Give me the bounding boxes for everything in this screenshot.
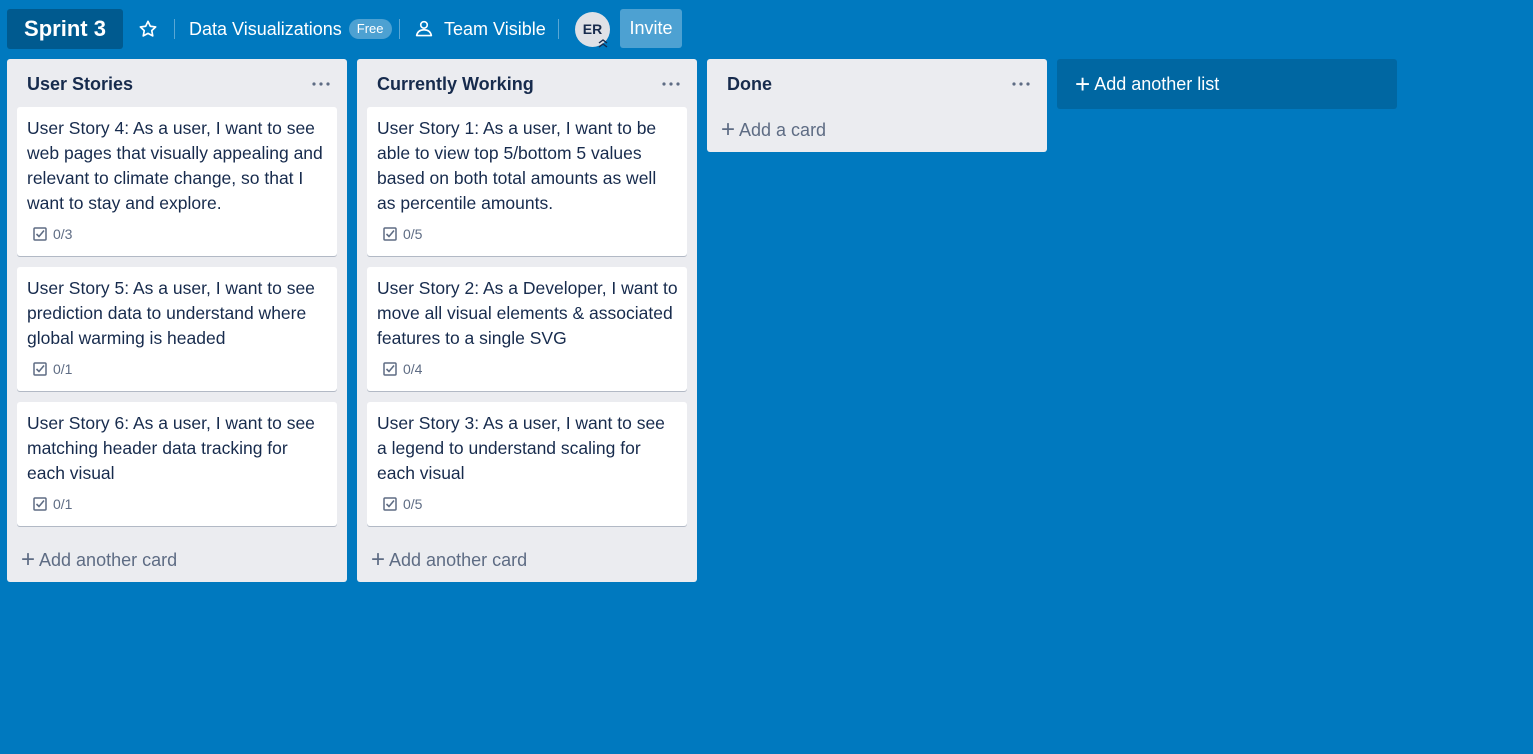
list-menu-button[interactable] [309, 77, 333, 91]
board-header: Sprint 3 Data Visualizations Free Team V… [0, 0, 1533, 58]
list-user-stories: User Stories User Story 4: As a user, I … [7, 59, 347, 582]
add-card-button[interactable]: + Add a card [721, 116, 826, 144]
plus-icon: + [21, 546, 36, 573]
star-icon [139, 20, 157, 37]
team-name: Data Visualizations [189, 18, 342, 39]
board-title[interactable]: Sprint 3 [7, 9, 123, 49]
admin-chevron-icon [598, 39, 608, 48]
more-icon [312, 82, 330, 86]
list-title[interactable]: User Stories [27, 74, 133, 95]
checklist-badge: 0/3 [33, 226, 72, 242]
checklist-icon [33, 497, 47, 511]
checklist-icon [33, 362, 47, 376]
visibility-button[interactable]: Team Visible [414, 9, 546, 49]
member-avatar[interactable]: ER [575, 12, 610, 48]
checklist-count: 0/5 [403, 226, 423, 242]
list-header: Currently Working [357, 59, 697, 107]
add-list-button[interactable]: + Add another list [1057, 59, 1397, 109]
card-title: User Story 6: As a user, I want to see m… [27, 413, 315, 483]
checklist-count: 0/1 [53, 496, 73, 512]
star-button[interactable] [134, 9, 162, 49]
checklist-badge: 0/4 [383, 361, 422, 377]
list-menu-button[interactable] [1009, 77, 1033, 91]
card-title: User Story 5: As a user, I want to see p… [27, 278, 315, 348]
checklist-count: 0/4 [403, 361, 423, 377]
card[interactable]: User Story 1: As a user, I want to be ab… [367, 107, 687, 256]
more-icon [662, 82, 680, 86]
checklist-icon [383, 497, 397, 511]
list-header: User Stories [7, 59, 347, 107]
list-done: Done + Add a card [707, 59, 1047, 152]
list-header: Done [707, 59, 1047, 107]
avatar-initials: ER [582, 21, 603, 37]
header-divider [558, 19, 559, 39]
plan-badge: Free [348, 19, 392, 39]
header-divider [399, 19, 400, 39]
card[interactable]: User Story 4: As a user, I want to see w… [17, 107, 337, 256]
add-card-label: Add another card [39, 549, 178, 570]
checklist-count: 0/1 [53, 361, 73, 377]
card[interactable]: User Story 6: As a user, I want to see m… [17, 402, 337, 526]
add-card-button[interactable]: + Add another card [21, 546, 177, 574]
checklist-icon [383, 362, 397, 376]
header-divider [174, 19, 175, 39]
team-link[interactable]: Data Visualizations Free [189, 9, 392, 49]
card[interactable]: User Story 5: As a user, I want to see p… [17, 267, 337, 391]
team-visibility-icon [415, 20, 433, 37]
visibility-label: Team Visible [444, 18, 546, 39]
card[interactable]: User Story 2: As a Developer, I want to … [367, 267, 687, 391]
checklist-badge: 0/1 [33, 361, 72, 377]
checklist-badge: 0/1 [33, 496, 72, 512]
checklist-badge: 0/5 [383, 496, 422, 512]
checklist-count: 0/5 [403, 496, 423, 512]
add-card-button[interactable]: + Add another card [371, 546, 527, 574]
card-title: User Story 3: As a user, I want to see a… [377, 413, 665, 483]
checklist-badge: 0/5 [383, 226, 422, 242]
plus-icon: + [721, 116, 736, 143]
list-title[interactable]: Done [727, 74, 772, 95]
plus-icon: + [371, 546, 386, 573]
invite-button[interactable]: Invite [620, 9, 682, 48]
checklist-count: 0/3 [53, 226, 73, 242]
add-card-label: Add another card [389, 549, 528, 570]
checklist-icon [33, 227, 47, 241]
add-list-label: Add another list [1094, 73, 1220, 94]
list-menu-button[interactable] [659, 77, 683, 91]
checklist-icon [383, 227, 397, 241]
more-icon [1012, 82, 1030, 86]
list-title[interactable]: Currently Working [377, 74, 534, 95]
list-currently-working: Currently Working User Story 1: As a use… [357, 59, 697, 582]
card[interactable]: User Story 3: As a user, I want to see a… [367, 402, 687, 526]
card-title: User Story 1: As a user, I want to be ab… [377, 118, 657, 213]
card-title: User Story 4: As a user, I want to see w… [27, 118, 323, 213]
add-card-label: Add a card [739, 119, 827, 140]
plus-icon: + [1075, 69, 1091, 99]
card-title: User Story 2: As a Developer, I want to … [377, 278, 678, 348]
